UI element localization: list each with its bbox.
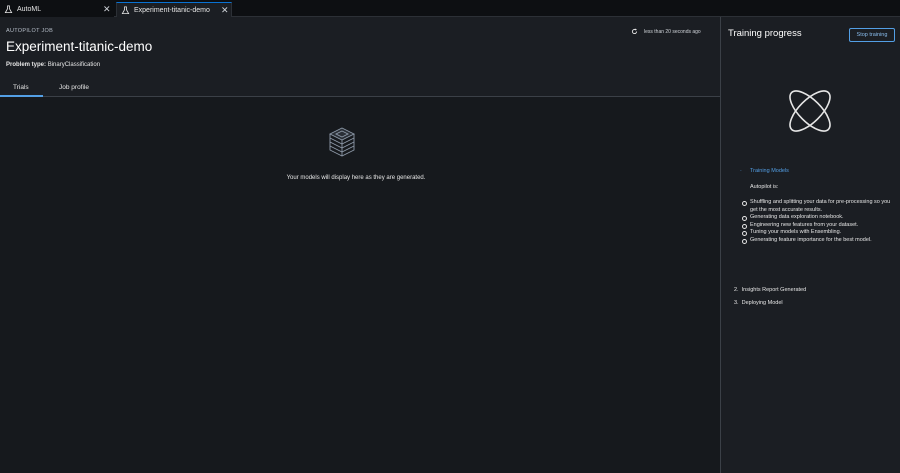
training-progress-panel: Training progress Stop training · Traini… bbox=[720, 17, 900, 473]
problem-type-value: BinaryClassification bbox=[47, 62, 101, 68]
flask-icon bbox=[121, 5, 130, 14]
problem-type: Problem type: BinaryClassification bbox=[6, 62, 100, 68]
panel-title: Training progress bbox=[728, 28, 802, 39]
step-deploying-model: 3. Deploying Model bbox=[734, 300, 783, 306]
refresh-icon[interactable] bbox=[631, 28, 638, 35]
list-item: Engineering new features from your datas… bbox=[742, 222, 892, 230]
close-icon[interactable]: ✕ bbox=[103, 4, 111, 15]
autopilot-label: Autopilot is: bbox=[750, 184, 779, 190]
current-step-label: Training Models bbox=[750, 168, 789, 174]
step-label: Insights Report Generated bbox=[741, 287, 807, 293]
step-label: Deploying Model bbox=[741, 300, 783, 306]
list-item: Shuffling and splitting your data for pr… bbox=[742, 199, 892, 214]
tab-label: Experiment-titanic-demo bbox=[134, 6, 210, 14]
step-number: 2. bbox=[734, 287, 739, 293]
page-header: AUTOPILOT JOB Experiment-titanic-demo Pr… bbox=[0, 17, 720, 97]
tab-label: AutoML bbox=[17, 6, 42, 13]
current-step-marker: · bbox=[740, 168, 742, 174]
page-title: Experiment-titanic-demo bbox=[6, 39, 153, 54]
models-stack-icon bbox=[329, 127, 355, 157]
page-overline: AUTOPILOT JOB bbox=[6, 28, 54, 34]
tab-job-profile[interactable]: Job profile bbox=[59, 84, 89, 91]
step-number: 3. bbox=[734, 300, 739, 306]
last-updated-text: less than 20 seconds ago bbox=[644, 28, 701, 35]
editor-tab-bar: AutoML ✕ Experiment-titanic-demo ✕ bbox=[0, 0, 900, 17]
flask-icon bbox=[4, 5, 13, 14]
list-item: Generating feature importance for the be… bbox=[742, 237, 892, 245]
page-tabs: Trials Job profile bbox=[0, 81, 720, 97]
list-item: Tuning your models with Ensembling. bbox=[742, 229, 892, 237]
orbit-animation-icon bbox=[789, 90, 831, 132]
stop-training-button[interactable]: Stop training bbox=[849, 28, 895, 42]
tab-trials[interactable]: Trials bbox=[13, 84, 29, 91]
main-content: AUTOPILOT JOB Experiment-titanic-demo Pr… bbox=[0, 17, 720, 473]
empty-state-message: Your models will display here as they ar… bbox=[286, 175, 426, 181]
tab-automl[interactable]: AutoML ✕ bbox=[0, 2, 114, 17]
close-icon[interactable]: ✕ bbox=[221, 5, 229, 16]
step-insights-report: 2. Insights Report Generated bbox=[734, 287, 806, 293]
problem-type-label: Problem type: bbox=[6, 62, 47, 68]
refresh-status[interactable]: less than 20 seconds ago bbox=[631, 28, 701, 35]
list-item: Generating data exploration notebook. bbox=[742, 214, 892, 222]
active-tab-indicator bbox=[0, 95, 43, 97]
tab-experiment[interactable]: Experiment-titanic-demo ✕ bbox=[116, 2, 232, 17]
autopilot-task-list: Shuffling and splitting your data for pr… bbox=[742, 199, 892, 244]
